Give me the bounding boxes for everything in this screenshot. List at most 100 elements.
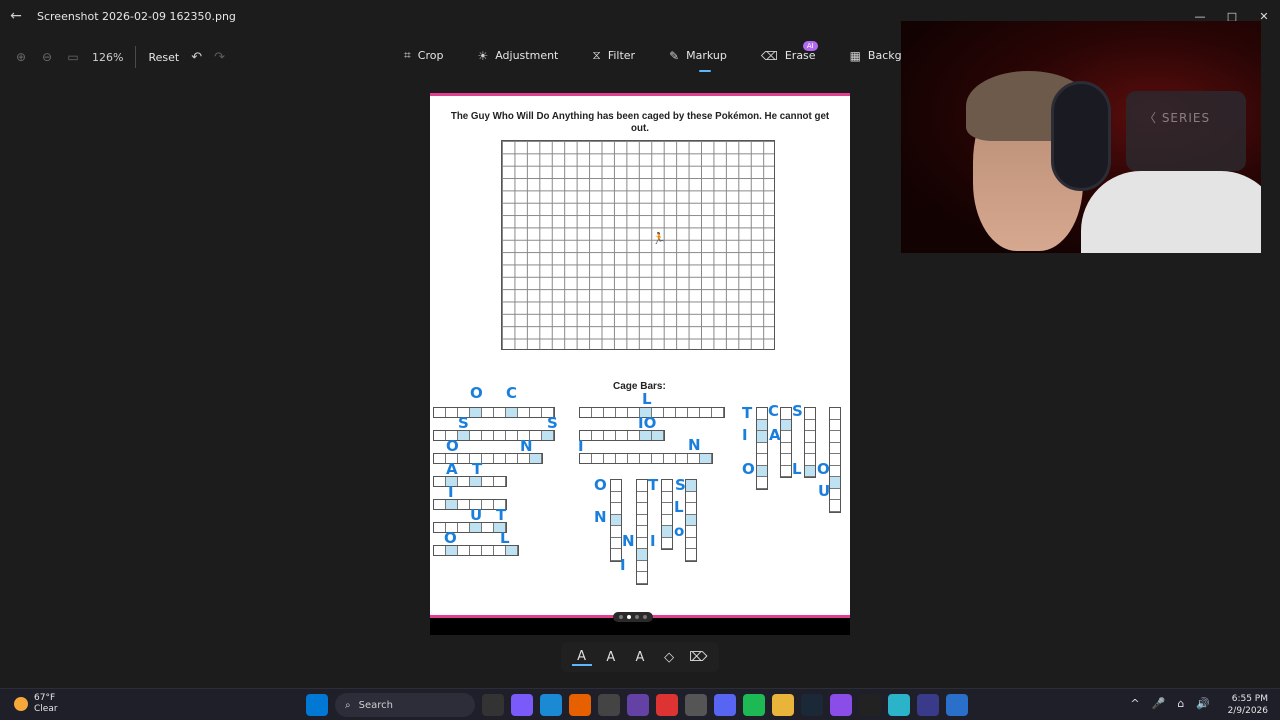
markup-toolbar: A A A ◇ ⌦ — [561, 642, 719, 672]
weather-condition: Clear — [34, 704, 58, 714]
bar-column — [804, 407, 816, 478]
webcam-overlay: 〈 SERIES — [901, 21, 1261, 253]
handwritten-letter: A — [446, 460, 458, 478]
markup-button[interactable]: ✎ Markup — [669, 48, 727, 72]
spotify-icon[interactable] — [743, 694, 765, 716]
reset-button[interactable]: Reset — [148, 51, 179, 64]
steam-icon[interactable] — [801, 694, 823, 716]
bar-column — [661, 479, 673, 550]
page-indicator[interactable] — [613, 612, 653, 622]
bar-row — [433, 407, 555, 418]
zoom-in-icon[interactable]: ⊕ — [14, 50, 28, 64]
clear-all-icon[interactable]: ⌦ — [688, 650, 708, 665]
discord-icon[interactable] — [714, 694, 736, 716]
handwritten-letter: I — [620, 556, 626, 574]
start-icon[interactable] — [306, 694, 328, 716]
handwritten-letter: O — [446, 437, 459, 455]
edge-icon[interactable] — [540, 694, 562, 716]
handwritten-letter: O — [470, 384, 483, 402]
window-title: Screenshot 2026-02-09 162350.png — [37, 9, 236, 23]
handwritten-letter: O — [742, 460, 755, 478]
microphone-icon[interactable]: 🎤 — [1152, 697, 1166, 710]
app-icon[interactable] — [888, 694, 910, 716]
taskbar-apps: ⌕ Search — [306, 693, 968, 717]
puzzle-page: The Guy Who Will Do Anything has been ca… — [430, 93, 850, 618]
eraser-icon[interactable]: ◇ — [659, 650, 679, 665]
handwritten-letter: N — [622, 532, 635, 550]
handwritten-letter: A — [769, 426, 781, 444]
filter-icon: ⧖ — [592, 48, 601, 62]
chair-logo: 〈 SERIES — [1144, 111, 1211, 125]
sun-icon: ☀ — [477, 48, 489, 63]
firefox-icon[interactable] — [569, 694, 591, 716]
photos-icon[interactable] — [946, 694, 968, 716]
music-icon[interactable] — [685, 694, 707, 716]
app-icon[interactable] — [917, 694, 939, 716]
adjustment-button[interactable]: ☀ Adjustment — [477, 48, 558, 63]
crop-label: Crop — [417, 49, 444, 62]
fit-to-window-icon[interactable]: ▭ — [66, 50, 80, 64]
bar-row — [433, 476, 507, 487]
twitch-icon[interactable] — [627, 694, 649, 716]
obs-icon[interactable] — [598, 694, 620, 716]
system-tray: ^ 🎤 ⌂ 🔊 — [1130, 697, 1210, 710]
handwritten-letter: U — [818, 482, 831, 500]
handwritten-letter: I — [650, 532, 656, 550]
bar-column — [829, 407, 841, 513]
pen-icon: ✎ — [669, 48, 680, 63]
ballpoint-pen-icon[interactable]: A — [571, 649, 592, 666]
handwritten-letter: T — [648, 476, 659, 494]
copilot-icon[interactable] — [511, 694, 533, 716]
handwritten-letter: L — [674, 498, 684, 516]
redo-icon[interactable]: ↷ — [214, 50, 225, 65]
handwritten-letter: S — [792, 402, 803, 420]
cage-bars-heading: Cage Bars: — [613, 381, 666, 392]
highlighter-icon[interactable]: A — [630, 650, 650, 665]
volume-icon[interactable]: 🔊 — [1196, 697, 1210, 710]
bar-column — [756, 407, 768, 490]
filter-button[interactable]: ⧖ Filter — [592, 48, 635, 63]
app-icon[interactable] — [859, 694, 881, 716]
sun-icon — [14, 697, 28, 711]
markup-label: Markup — [686, 49, 727, 62]
zoom-level[interactable]: 126% — [92, 51, 123, 64]
search-box[interactable]: ⌕ Search — [335, 693, 475, 717]
time: 6:55 PM — [1231, 694, 1268, 704]
adjustment-label: Adjustment — [495, 49, 559, 62]
back-arrow-icon[interactable]: ← — [0, 8, 32, 24]
handwritten-letter: T — [742, 404, 753, 422]
bar-column — [685, 479, 697, 562]
network-icon[interactable]: ⌂ — [1177, 697, 1184, 710]
gaming-chair: 〈 SERIES — [1126, 91, 1246, 171]
app-icon[interactable] — [656, 694, 678, 716]
clock[interactable]: 6:55 PM 2/9/2026 — [1228, 693, 1268, 717]
file-explorer-icon[interactable] — [772, 694, 794, 716]
task-view-icon[interactable] — [482, 694, 504, 716]
pencil-icon[interactable]: A — [601, 650, 621, 665]
erase-button[interactable]: ⌫ Erase AI — [760, 41, 818, 63]
handwritten-letter: C — [768, 402, 780, 420]
zoom-out-icon[interactable]: ⊖ — [40, 50, 54, 64]
handwritten-letter: S — [458, 414, 469, 432]
bar-row — [579, 453, 713, 464]
handwritten-letter: O — [594, 476, 607, 494]
taskbar: 67°F Clear ⌕ Search ^ 🎤 ⌂ 🔊 6:55 PM 2/9/… — [0, 688, 1280, 720]
app-icon[interactable] — [830, 694, 852, 716]
weather-widget[interactable]: 67°F Clear — [14, 693, 58, 715]
handwritten-letter: U — [470, 506, 483, 524]
image-canvas[interactable]: The Guy Who Will Do Anything has been ca… — [430, 93, 850, 635]
handwritten-letter: O — [444, 529, 457, 547]
handwritten-letter: N — [520, 437, 533, 455]
crop-icon: ⌗ — [404, 48, 411, 62]
eraser-icon: ⌫ — [760, 48, 778, 63]
temperature: 67°F — [34, 693, 56, 703]
bar-column — [780, 407, 792, 478]
undo-icon[interactable]: ↶ — [191, 50, 202, 65]
handwritten-letter: L — [792, 460, 802, 478]
handwritten-letter: S — [675, 476, 686, 494]
handwritten-letter: T — [496, 506, 507, 524]
chevron-up-icon[interactable]: ^ — [1130, 697, 1139, 710]
crop-button[interactable]: ⌗ Crop — [404, 48, 443, 63]
zoom-controls: ⊕ ⊖ ▭ 126% Reset ↶ ↷ — [14, 46, 225, 68]
handwritten-letter: C — [506, 384, 518, 402]
